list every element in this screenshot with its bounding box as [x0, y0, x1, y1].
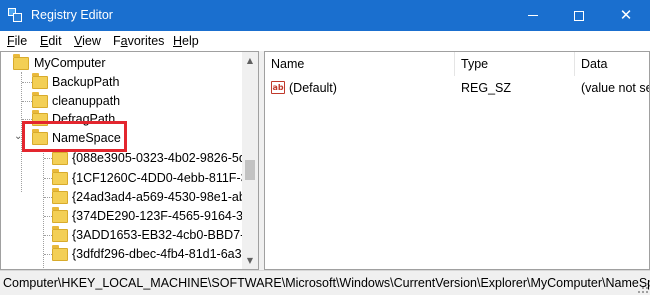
column-header-data[interactable]: Data — [575, 52, 649, 76]
tree-item-guid[interactable]: {1CF1260C-4DD0-4ebb-811F-33C — [1, 168, 258, 188]
highlight-annotation — [22, 121, 127, 152]
status-bar: Computer\HKEY_LOCAL_MACHINE\SOFTWARE\Mic… — [0, 270, 650, 295]
folder-icon — [52, 245, 68, 261]
tree-item-guid[interactable]: {3dfdf296-dbec-4fb4-81d1-6a34 — [1, 244, 249, 264]
tree-item-backuppath[interactable]: BackupPath — [1, 72, 241, 92]
folder-icon — [52, 188, 68, 204]
address-path: Computer\HKEY_LOCAL_MACHINE\SOFTWARE\Mic… — [3, 276, 650, 290]
maximize-icon — [574, 10, 584, 21]
key-tree-pane[interactable]: MyComputer BackupPath cleanuppath Defrag… — [0, 51, 259, 270]
menu-bar: File Edit View Favorites Help — [0, 31, 650, 51]
maximize-button[interactable] — [556, 0, 602, 31]
scroll-up-icon[interactable]: ▲ — [242, 52, 258, 69]
folder-icon — [52, 207, 68, 223]
registry-editor-icon — [8, 8, 22, 22]
close-button[interactable]: ✕ — [602, 0, 650, 31]
folder-icon — [32, 92, 48, 108]
column-header-name[interactable]: Name — [265, 52, 455, 76]
folder-icon — [52, 169, 68, 185]
value-name: (Default) — [289, 81, 337, 95]
column-header-type[interactable]: Type — [455, 52, 575, 76]
tree-item-guid[interactable]: {3ADD1653-EB32-4cb0-BBD7-DF — [1, 225, 258, 245]
close-icon: ✕ — [619, 6, 633, 24]
scroll-down-icon[interactable]: ▼ — [242, 252, 258, 269]
menu-favorites[interactable]: Favorites — [113, 34, 164, 48]
menu-help[interactable]: Help — [173, 34, 199, 48]
value-data: (value not se — [581, 81, 650, 95]
tree-scrollbar[interactable]: ▲ ▼ — [242, 52, 258, 269]
resize-grip-icon[interactable] — [638, 283, 648, 293]
menu-view[interactable]: View — [74, 34, 101, 48]
folder-icon — [52, 226, 68, 242]
scrollbar-thumb[interactable] — [245, 160, 255, 180]
menu-edit[interactable]: Edit — [40, 34, 62, 48]
tree-item-cleanuppath[interactable]: cleanuppath — [1, 91, 241, 111]
folder-icon — [32, 73, 48, 89]
title-bar[interactable]: Registry Editor ✕ — [0, 0, 650, 31]
list-item[interactable]: ab (Default) REG_SZ (value not se — [265, 78, 650, 98]
minimize-button[interactable] — [510, 0, 556, 31]
window-title: Registry Editor — [31, 8, 113, 22]
folder-icon — [13, 54, 29, 70]
tree-item-guid[interactable]: {374DE290-123F-4565-9164-39C4 — [1, 206, 258, 226]
tree-item-mycomputer[interactable]: MyComputer — [1, 53, 241, 73]
minimize-icon — [528, 15, 538, 16]
value-type: REG_SZ — [461, 81, 512, 95]
tree-item-guid[interactable]: {24ad3ad4-a569-4530-98e1-ab02 — [1, 187, 258, 207]
menu-file[interactable]: File — [7, 34, 27, 48]
string-value-icon: ab — [271, 81, 285, 94]
values-list-pane[interactable]: Name Type Data ab (Default) REG_SZ (valu… — [264, 51, 650, 270]
folder-icon — [52, 149, 68, 165]
